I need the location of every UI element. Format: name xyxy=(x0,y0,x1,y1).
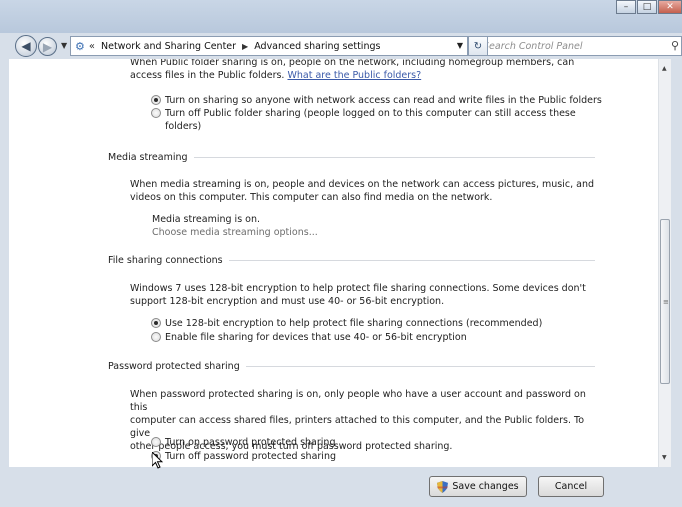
public-folder-description: When Public folder sharing is on, people… xyxy=(130,59,575,81)
scrollbar-grip-icon: ≡ xyxy=(663,298,669,306)
public-sharing-off-option[interactable]: Turn off Public folder sharing (people l… xyxy=(151,107,576,133)
media-streaming-options-link[interactable]: Choose media streaming options... xyxy=(152,226,622,239)
mouse-pointer-icon xyxy=(151,450,164,473)
file-sharing-heading: File sharing connections xyxy=(108,255,595,266)
arrow-cursor-icon xyxy=(151,450,164,469)
radio-password-sharing-on[interactable] xyxy=(151,437,161,447)
search-input[interactable]: Search Control Panel ⚲ xyxy=(476,36,682,56)
scrollbar-thumb[interactable]: ≡ xyxy=(660,219,670,384)
save-changes-button[interactable]: Save changes xyxy=(429,476,527,497)
breadcrumb-network-sharing-center[interactable]: Network and Sharing Center xyxy=(101,41,236,52)
navigation-bar: ◀ ▶ ▼ ⚙ « Network and Sharing Center ▶ A… xyxy=(0,33,682,59)
password-sharing-off-option[interactable]: Turn off password protected sharing xyxy=(151,450,336,463)
media-streaming-description: When media streaming is on, people and d… xyxy=(130,179,595,203)
title-bar: – □ ✕ xyxy=(0,0,682,33)
caption-buttons: – □ ✕ xyxy=(615,0,682,14)
footer-bar: Save changes Cancel xyxy=(0,467,682,507)
radio-public-sharing-off[interactable] xyxy=(151,108,161,118)
address-dropdown-icon[interactable]: ▼ xyxy=(457,41,463,50)
breadcrumb-advanced-sharing[interactable]: Advanced sharing settings xyxy=(254,41,380,52)
close-button[interactable]: ✕ xyxy=(658,0,682,14)
encryption-40-56-option[interactable]: Enable file sharing for devices that use… xyxy=(151,331,467,344)
media-streaming-status-block: Media streaming is on. Choose media stre… xyxy=(152,213,622,239)
refresh-button[interactable]: ↻ xyxy=(468,36,488,56)
settings-content: When Public folder sharing is on, people… xyxy=(9,59,671,467)
file-sharing-description: Windows 7 uses 128-bit encryption to hel… xyxy=(130,283,586,307)
public-folders-help-link[interactable]: What are the Public folders? xyxy=(287,70,421,81)
radio-encryption-128[interactable] xyxy=(151,318,161,328)
breadcrumb-overflow[interactable]: « xyxy=(89,41,95,52)
uac-shield-icon xyxy=(437,480,449,493)
media-streaming-heading: Media streaming xyxy=(108,152,595,163)
minimize-button[interactable]: – xyxy=(616,0,636,14)
vertical-scrollbar[interactable]: ▲ ≡ ▼ xyxy=(658,59,671,467)
maximize-button[interactable]: □ xyxy=(637,0,657,14)
password-sharing-heading: Password protected sharing xyxy=(108,361,595,372)
address-bar[interactable]: ⚙ « Network and Sharing Center ▶ Advance… xyxy=(70,36,468,56)
section-divider xyxy=(193,157,595,158)
back-arrow-icon[interactable]: ◀ xyxy=(15,35,37,57)
search-placeholder: Search Control Panel xyxy=(483,40,583,52)
password-sharing-on-option[interactable]: Turn on password protected sharing xyxy=(151,436,335,449)
section-divider xyxy=(228,260,595,261)
scroll-down-arrow-icon[interactable]: ▼ xyxy=(662,454,667,461)
scroll-up-arrow-icon[interactable]: ▲ xyxy=(662,65,667,72)
cancel-button[interactable]: Cancel xyxy=(538,476,604,497)
radio-encryption-40-56[interactable] xyxy=(151,332,161,342)
search-icon[interactable]: ⚲ xyxy=(671,39,679,52)
recent-pages-dropdown[interactable]: ▼ xyxy=(61,41,67,50)
public-sharing-on-option[interactable]: Turn on sharing so anyone with network a… xyxy=(151,94,602,107)
radio-public-sharing-on[interactable] xyxy=(151,95,161,105)
forward-arrow-icon[interactable]: ▶ xyxy=(38,37,57,56)
encryption-128-option[interactable]: Use 128-bit encryption to help protect f… xyxy=(151,317,542,330)
media-streaming-status: Media streaming is on. xyxy=(152,214,261,225)
refresh-icon: ↻ xyxy=(473,40,483,52)
section-divider xyxy=(245,366,595,367)
breadcrumb-separator-icon[interactable]: ▶ xyxy=(242,42,248,51)
control-panel-window: – □ ✕ ◀ ▶ ▼ ⚙ « Network and Sharing Cent… xyxy=(0,0,682,507)
control-panel-icon: ⚙ xyxy=(75,39,85,53)
